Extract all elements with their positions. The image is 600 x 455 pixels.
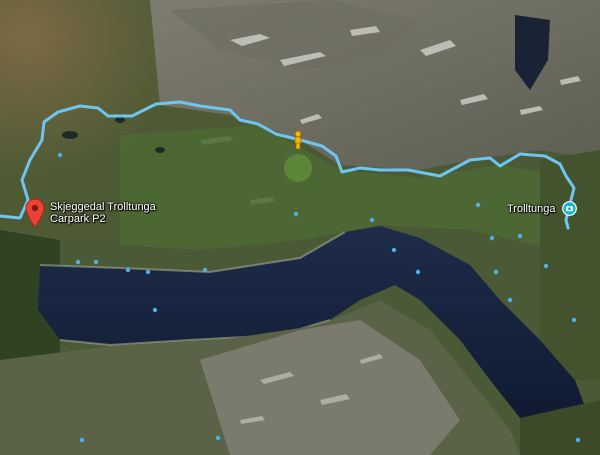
trail-dot (202, 267, 208, 273)
satellite-map[interactable]: Skjeggedal Trolltunga Carpark P2 Trolltu… (0, 0, 600, 455)
trail-dot (475, 202, 481, 208)
trail-dot (391, 247, 397, 253)
trail-dots (57, 152, 581, 443)
trail-dot (489, 235, 495, 241)
trail-dot (543, 263, 549, 269)
trail-dot (571, 317, 577, 323)
trail-dot (293, 211, 299, 217)
trail-dot (507, 297, 513, 303)
pegman-icon[interactable] (292, 130, 304, 150)
trail-dot (75, 259, 81, 265)
camera-poi-icon[interactable] (562, 201, 577, 216)
trail-dot (575, 437, 581, 443)
trail-dot (79, 437, 85, 443)
trail-dot (415, 269, 421, 275)
trail-dot (517, 233, 523, 239)
trail-dot (152, 307, 158, 313)
carpark-label[interactable]: Skjeggedal Trolltunga Carpark P2 (50, 201, 180, 225)
trail-dot (493, 269, 499, 275)
trail-dot (93, 259, 99, 265)
trail-dot (215, 435, 221, 441)
trolltunga-label[interactable]: Trolltunga (507, 203, 556, 215)
trail-dot (57, 152, 63, 158)
trail-dot (369, 217, 375, 223)
trail-dot (125, 267, 131, 273)
red-location-pin-icon[interactable] (25, 198, 45, 228)
trail-dot (145, 269, 151, 275)
